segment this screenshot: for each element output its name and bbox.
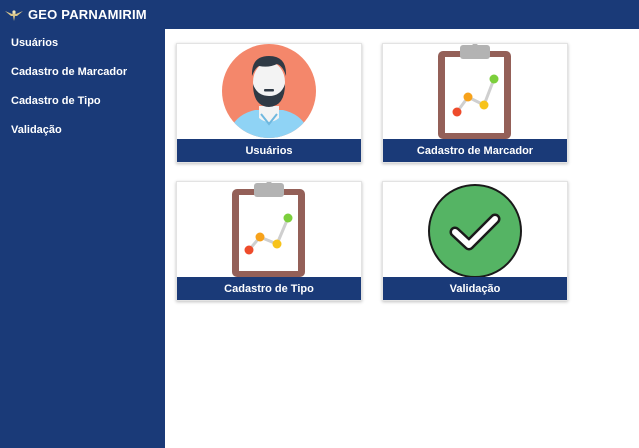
eagle-logo-icon <box>5 9 23 21</box>
check-circle-icon <box>428 184 522 278</box>
clipboard-chart-icon <box>438 44 511 139</box>
sidebar-item-cadastro-tipo[interactable]: Cadastro de Tipo <box>0 87 165 116</box>
sidebar-item-cadastro-marcador[interactable]: Cadastro de Marcador <box>0 58 165 87</box>
app-title: GEO PARNAMIRIM <box>28 7 147 22</box>
user-avatar-icon <box>222 44 316 138</box>
clipboard-chart-icon <box>232 182 305 277</box>
card-cadastro-marcador[interactable]: Cadastro de Marcador <box>382 43 568 163</box>
card-label: Validação <box>383 277 567 300</box>
sidebar-item-validacao[interactable]: Validação <box>0 116 165 145</box>
card-validacao[interactable]: Validação <box>382 181 568 301</box>
card-label: Cadastro de Marcador <box>383 139 567 162</box>
card-label: Usuários <box>177 139 361 162</box>
card-cadastro-tipo[interactable]: Cadastro de Tipo <box>176 181 362 301</box>
sidebar: Usuários Cadastro de Marcador Cadastro d… <box>0 29 165 448</box>
card-label: Cadastro de Tipo <box>177 277 361 300</box>
sidebar-item-usuarios[interactable]: Usuários <box>0 29 165 58</box>
card-usuarios[interactable]: Usuários <box>176 43 362 163</box>
top-bar: GEO PARNAMIRIM <box>0 0 639 29</box>
